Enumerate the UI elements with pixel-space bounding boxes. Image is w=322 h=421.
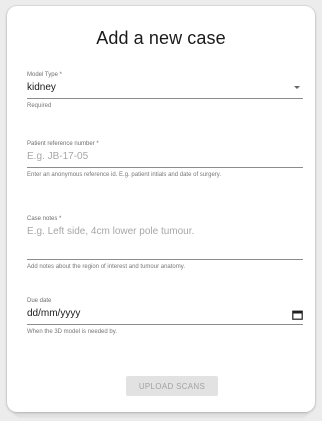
calendar-icon[interactable] (292, 310, 303, 320)
case-notes-helper: Add notes about the region of interest a… (27, 264, 185, 270)
page-title: Add a new case (96, 28, 226, 48)
due-date-input[interactable]: dd/mm/yyyy (27, 308, 80, 319)
due-date-underline (27, 324, 303, 325)
due-date-helper: When the 3D model is needed by. (27, 329, 117, 335)
chevron-down-icon[interactable] (294, 86, 300, 89)
patient-reference-helper: Enter an anonymous reference id. E.g. pa… (27, 172, 222, 178)
upload-scans-button[interactable]: UPLOAD SCANS (126, 376, 218, 396)
add-case-form-card: Add a new case Model Type * kidney Requi… (7, 6, 315, 412)
model-type-underline (27, 98, 303, 99)
model-type-value[interactable]: kidney (27, 82, 56, 93)
case-notes-underline (27, 259, 303, 260)
model-type-label: Model Type * (27, 72, 62, 78)
case-notes-label: Case notes * (27, 216, 62, 222)
model-type-helper: Required (27, 103, 52, 109)
patient-reference-underline (27, 167, 303, 168)
case-notes-input[interactable]: E.g. Left side, 4cm lower pole tumour. (27, 226, 194, 237)
due-date-label: Due date (27, 298, 52, 304)
patient-reference-label: Patient reference number * (27, 141, 99, 147)
patient-reference-input[interactable]: E.g. JB-17-05 (27, 151, 88, 162)
